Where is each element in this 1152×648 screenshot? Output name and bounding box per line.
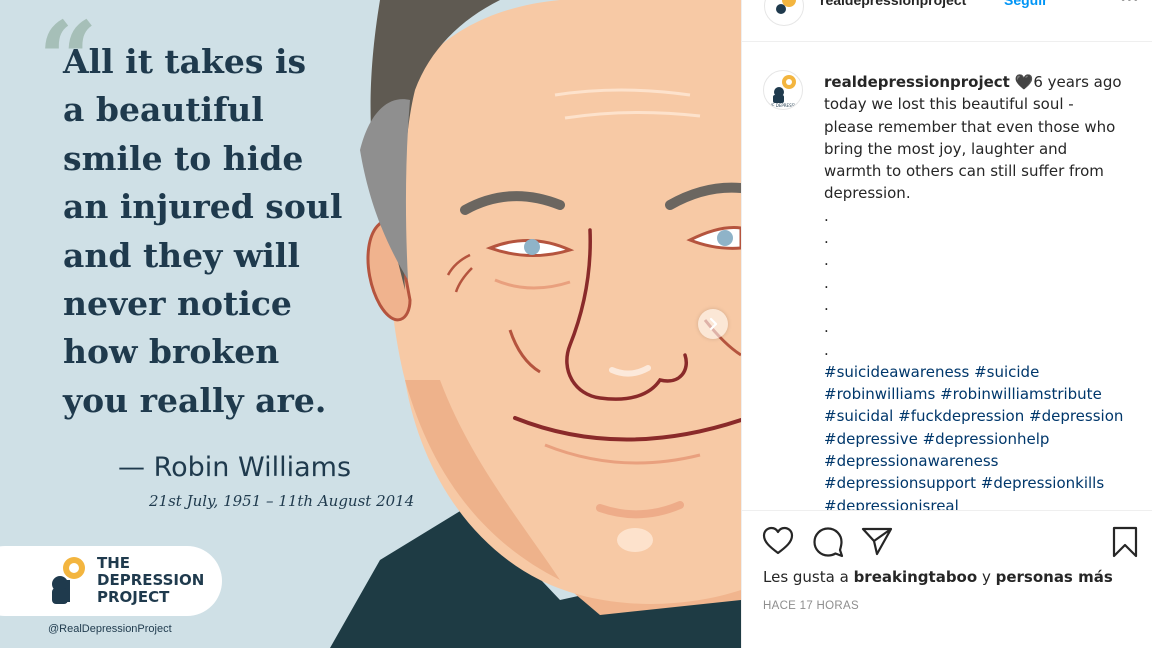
caption-dot: . (824, 340, 829, 359)
quote-line: you really are. (63, 380, 327, 420)
post-header: realdepressionproject Seguir ••• (742, 0, 1152, 42)
caption-avatar[interactable]: THE DEPRESSION (763, 70, 803, 110)
quote-line: an injured soul (63, 187, 343, 227)
likes-mid: y (977, 568, 996, 586)
liker-username[interactable]: breakingtaboo (854, 568, 978, 586)
avatar-logo-icon: THE DEPRESSION (766, 75, 802, 108)
likes-others-link[interactable]: personas más (996, 568, 1113, 586)
depression-project-logo-icon (52, 557, 85, 604)
hashtag-line[interactable]: #suicidal #fuckdepression #depression (824, 405, 1144, 427)
likes-prefix: Les gusta a (763, 568, 854, 586)
quote-text: All it takes is a beautiful smile to hid… (63, 38, 363, 425)
post-caption: realdepressionproject 🖤6 years ago today… (824, 71, 1144, 510)
follow-button[interactable]: Seguir (1004, 0, 1048, 8)
caption-dot: . (824, 295, 829, 314)
caption-dot: . (824, 251, 829, 270)
caption-text: please remember that even those who (824, 117, 1116, 136)
quote-line: smile to hide (63, 138, 304, 178)
quote-line: a beautiful (63, 90, 264, 130)
post-timestamp[interactable]: HACE 17 HORAS (763, 600, 859, 612)
hashtag-line[interactable]: #depressive #depressionhelp (824, 428, 1144, 450)
likes-summary: Les gusta a breakingtaboo y personas más (763, 568, 1113, 586)
avatar-logo-icon (776, 0, 796, 14)
quote-line: never notice (63, 284, 292, 324)
caption-text: 6 years ago (1033, 73, 1122, 91)
caption-first-line: realdepressionproject 🖤6 years ago (824, 71, 1144, 93)
caption-text: bring the most joy, laughter and (824, 139, 1068, 158)
post-image[interactable]: “ All it takes is a beautiful smile to h… (0, 0, 741, 648)
logo-line: THE (97, 554, 131, 572)
logo-line: DEPRESSION (97, 571, 205, 589)
logo-line: PROJECT (97, 588, 170, 606)
caption-text: warmth to others can still suffer from (824, 162, 1104, 181)
send-icon[interactable] (861, 526, 893, 556)
heart-emoji-icon: 🖤 (1014, 73, 1034, 91)
carousel-next-button[interactable] (698, 309, 728, 339)
quote-line: and they will (63, 235, 300, 275)
caption-dot: . (824, 318, 829, 337)
hashtag-line[interactable]: #suicideawareness #suicide (824, 361, 1144, 383)
hashtag-line[interactable]: #depressionisreal (824, 495, 1144, 510)
post-panel: realdepressionproject Seguir ••• THE DEP… (741, 0, 1152, 648)
caption-text: depression. (824, 184, 911, 203)
caption-dot: . (824, 273, 829, 292)
header-username[interactable]: realdepressionproject (820, 0, 966, 8)
quote-line: how broken (63, 332, 280, 372)
more-options-icon[interactable]: ••• (1120, 0, 1139, 9)
svg-text:THE DEPRESSION: THE DEPRESSION (766, 103, 802, 108)
quote-attribution: — Robin Williams (118, 452, 352, 483)
caption-dot: . (824, 229, 829, 248)
caption-scroll-area[interactable]: THE DEPRESSION realdepressionproject 🖤6 … (742, 42, 1152, 510)
logo-text: THE DEPRESSION PROJECT (97, 555, 204, 606)
caption-text: today we lost this beautiful soul - (824, 95, 1074, 114)
image-handle: @RealDepressionProject (48, 623, 172, 635)
quote-line: All it takes is (63, 42, 307, 81)
post-actions: Les gusta a breakingtaboo y personas más… (742, 510, 1152, 648)
heart-icon[interactable] (762, 526, 794, 556)
quote-dates: 21st July, 1951 – 11th August 2014 (149, 492, 415, 510)
comment-icon[interactable] (812, 526, 844, 558)
hashtag-line[interactable]: #depressionawareness (824, 450, 1144, 472)
hashtag-line[interactable]: #robinwilliams #robinwilliamstribute (824, 383, 1144, 405)
hashtag-line[interactable]: #depressionsupport #depressionkills (824, 472, 1144, 494)
caption-dot: . (824, 206, 829, 225)
bookmark-icon[interactable] (1111, 526, 1139, 558)
avatar[interactable] (764, 0, 804, 26)
chevron-right-icon (709, 317, 718, 331)
caption-username[interactable]: realdepressionproject (824, 73, 1010, 91)
